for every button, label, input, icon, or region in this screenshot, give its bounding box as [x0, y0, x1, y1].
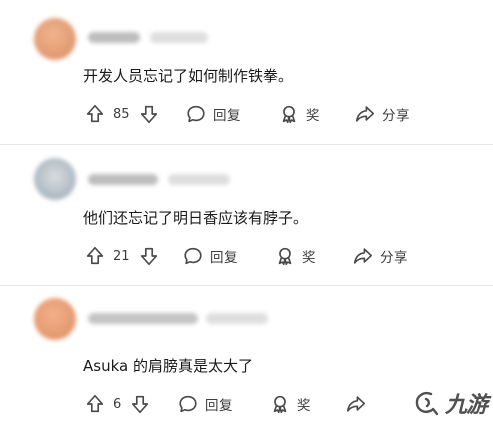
- award-label: 奖: [306, 108, 320, 124]
- vote-count: 6: [113, 396, 122, 412]
- vote-count: 21: [113, 248, 130, 264]
- upvote-icon[interactable]: [84, 245, 106, 267]
- share-icon: [345, 393, 367, 415]
- share-button[interactable]: 分享: [352, 243, 408, 269]
- reply-icon: [185, 103, 207, 125]
- comment-thread: 开发人员忘记了如何制作铁拳。 85 回复 奖 分享 他们还忘记了明日香应该有脖子…: [0, 0, 493, 431]
- award-icon: [278, 103, 300, 125]
- reply-label: 回复: [213, 108, 241, 124]
- reply-button[interactable]: 回复: [177, 391, 233, 417]
- downvote-icon[interactable]: [138, 245, 160, 267]
- award-label: 奖: [297, 398, 311, 414]
- reply-button[interactable]: 回复: [182, 243, 238, 269]
- share-label: 分享: [380, 250, 408, 266]
- comment-actions: 85 回复 奖 分享: [0, 101, 493, 127]
- vote-group: 21: [84, 243, 160, 269]
- vote-group: 6: [84, 391, 151, 417]
- award-icon: [274, 245, 296, 267]
- avatar[interactable]: [34, 158, 76, 200]
- share-icon: [354, 103, 376, 125]
- reply-label: 回复: [210, 250, 238, 266]
- share-label: 分享: [382, 108, 410, 124]
- award-label: 奖: [302, 250, 316, 266]
- avatar[interactable]: [34, 18, 76, 60]
- comment-actions: 21 回复 奖 分享: [0, 243, 493, 269]
- downvote-icon[interactable]: [129, 393, 151, 415]
- divider: [0, 144, 493, 145]
- award-button[interactable]: 奖: [274, 243, 316, 269]
- watermark-logo-icon: [411, 388, 441, 418]
- username-blurred[interactable]: [88, 174, 158, 185]
- award-button[interactable]: 奖: [269, 391, 311, 417]
- timestamp-blurred: [150, 32, 208, 43]
- comment-body: 开发人员忘记了如何制作铁拳。: [83, 67, 294, 85]
- upvote-icon[interactable]: [84, 103, 106, 125]
- timestamp-blurred: [168, 174, 230, 185]
- watermark-text: 九游: [444, 392, 488, 418]
- vote-group: 85: [84, 101, 160, 127]
- username-blurred[interactable]: [88, 32, 140, 43]
- award-icon: [269, 393, 291, 415]
- watermark: 九游: [369, 377, 488, 429]
- username-blurred[interactable]: [88, 313, 198, 324]
- divider: [0, 285, 493, 286]
- upvote-icon[interactable]: [84, 393, 106, 415]
- timestamp-blurred: [206, 313, 268, 324]
- comment-body: Asuka 的肩膀真是太大了: [83, 357, 253, 375]
- share-button[interactable]: 分享: [354, 101, 410, 127]
- share-icon: [352, 245, 374, 267]
- downvote-icon[interactable]: [138, 103, 160, 125]
- reply-button[interactable]: 回复: [185, 101, 241, 127]
- reply-icon: [177, 393, 199, 415]
- vote-count: 85: [113, 106, 130, 122]
- avatar[interactable]: [34, 298, 76, 340]
- award-button[interactable]: 奖: [278, 101, 320, 127]
- reply-icon: [182, 245, 204, 267]
- comment-body: 他们还忘记了明日香应该有脖子。: [83, 209, 309, 227]
- reply-label: 回复: [205, 398, 233, 414]
